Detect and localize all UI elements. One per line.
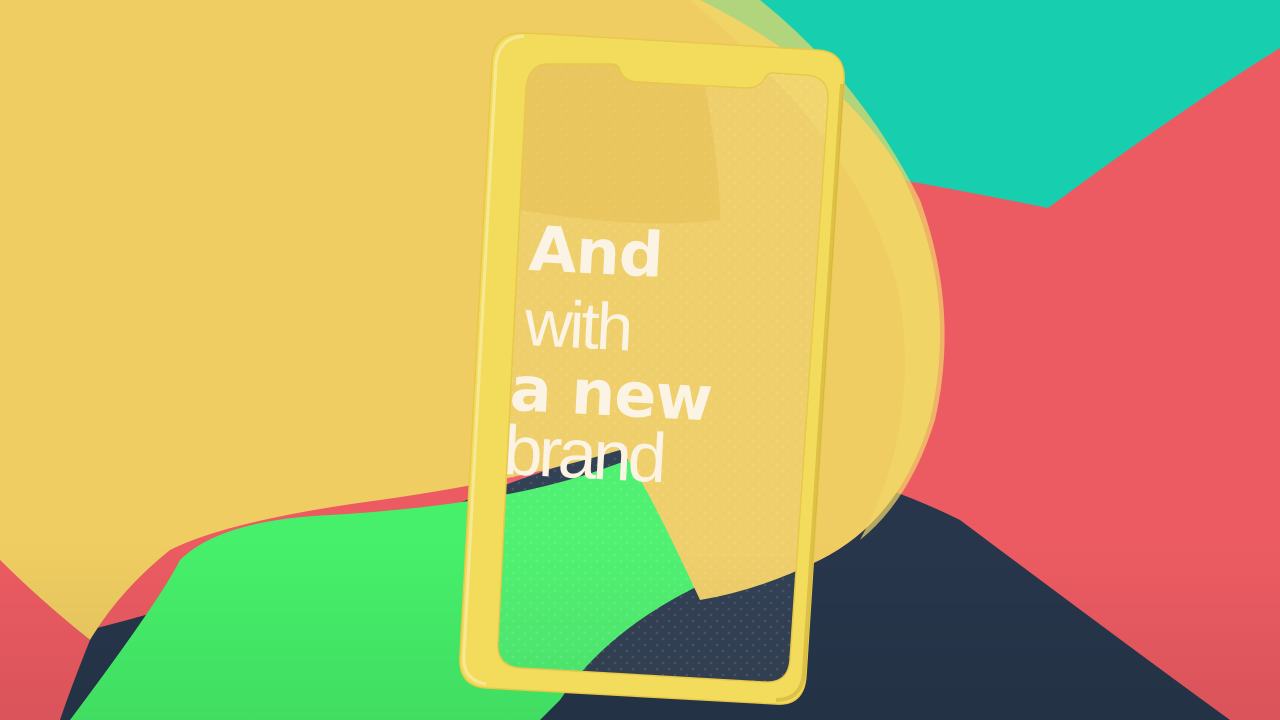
- background-shapes: [0, 0, 1280, 720]
- scene: And with a new brand: [0, 0, 1280, 720]
